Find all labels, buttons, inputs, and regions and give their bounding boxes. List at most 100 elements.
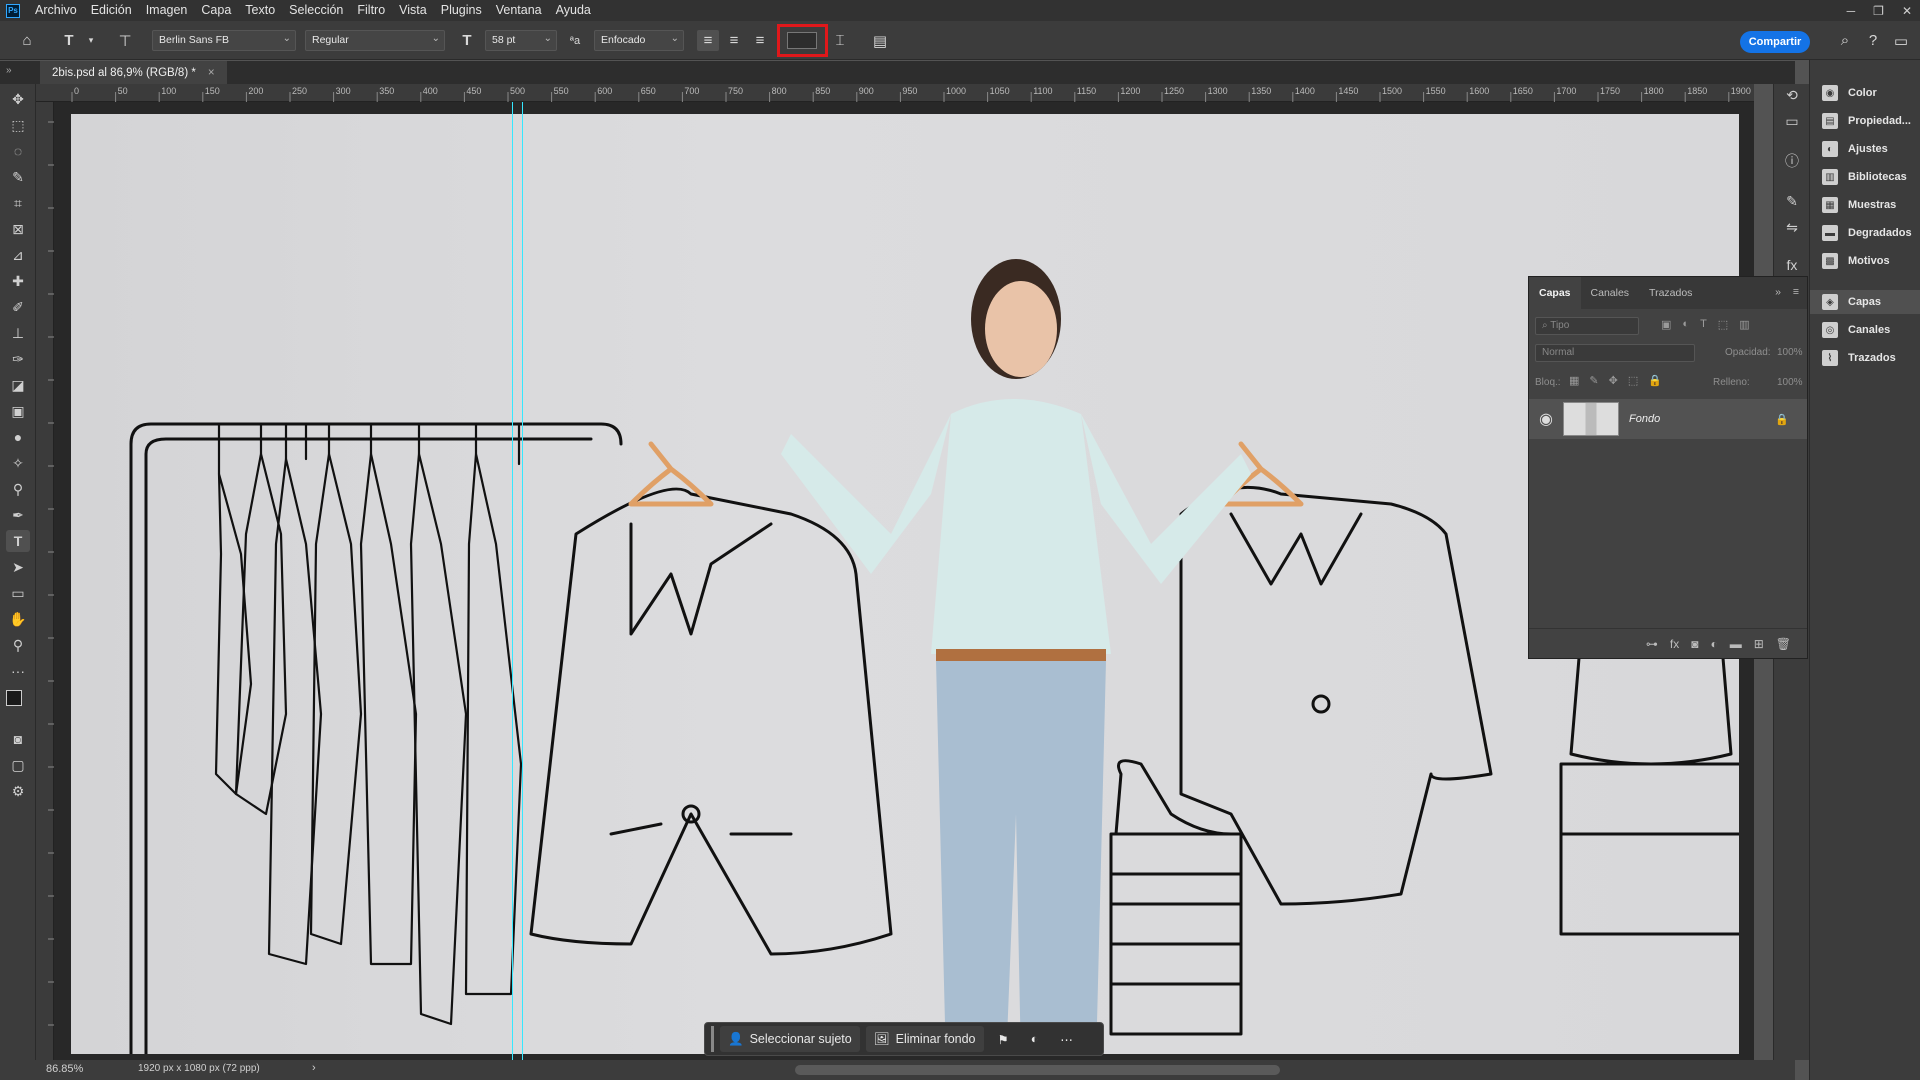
- guide-line[interactable]: [512, 102, 513, 1060]
- path-selection-tool-icon[interactable]: ➤: [6, 556, 30, 578]
- antialias-select[interactable]: Enfocado ⌄: [594, 30, 684, 51]
- panel-properties[interactable]: ▤ Propiedad...: [1810, 109, 1920, 133]
- quick-mask-icon[interactable]: ◙: [6, 728, 30, 750]
- remove-background-button[interactable]: 🖼 Eliminar fondo: [865, 1026, 984, 1052]
- menu-ventana[interactable]: Ventana: [489, 0, 549, 21]
- layer-name[interactable]: Fondo: [1629, 413, 1660, 425]
- chevron-right-icon[interactable]: ›: [312, 1062, 316, 1074]
- more-options-icon[interactable]: ⋯: [1060, 1032, 1073, 1047]
- eye-icon[interactable]: ◉: [1539, 409, 1553, 429]
- type-tool-icon[interactable]: T: [6, 530, 30, 552]
- font-style-select[interactable]: Regular ⌄: [305, 30, 445, 51]
- smart-object-filter-icon[interactable]: ▥: [1739, 318, 1749, 331]
- panel-swatches[interactable]: ▦ Muestras: [1810, 193, 1920, 217]
- menu-capa[interactable]: Capa: [194, 0, 238, 21]
- share-button[interactable]: Compartir: [1740, 31, 1810, 53]
- type-filter-icon[interactable]: T: [1700, 318, 1707, 331]
- styles-icon[interactable]: fx: [1780, 254, 1804, 276]
- close-tab-icon[interactable]: ×: [208, 67, 215, 79]
- tab-channels[interactable]: Canales: [1581, 277, 1640, 309]
- document-tab[interactable]: 2bis.psd al 86,9% (RGB/8) * ×: [40, 61, 227, 84]
- info-icon[interactable]: ⓘ: [1780, 150, 1804, 172]
- magnifier-dodge-icon[interactable]: ⚲: [6, 478, 30, 500]
- panel-libraries[interactable]: ▥ Bibliotecas: [1810, 165, 1920, 189]
- comments-icon[interactable]: ▭: [1780, 110, 1804, 132]
- type-tool-preset-icon[interactable]: T: [58, 30, 80, 51]
- restore-icon[interactable]: ❐: [1873, 4, 1884, 18]
- lock-all-icon[interactable]: 🔒: [1648, 374, 1662, 387]
- warp-text-icon[interactable]: ⌶: [829, 30, 851, 51]
- dodge-tool-icon[interactable]: ✧: [6, 452, 30, 474]
- foreground-color-swatch[interactable]: [6, 690, 22, 706]
- history-icon[interactable]: ⟲: [1780, 84, 1804, 106]
- panel-adjustments[interactable]: ◐ Ajustes: [1810, 137, 1920, 161]
- menu-imagen[interactable]: Imagen: [139, 0, 195, 21]
- eraser-tool-icon[interactable]: ◪: [6, 374, 30, 396]
- tab-paths[interactable]: Trazados: [1639, 277, 1702, 309]
- panel-layers[interactable]: ◈ Capas: [1810, 290, 1920, 314]
- pen-tool-icon[interactable]: ✒: [6, 504, 30, 526]
- horizontal-scrollbar[interactable]: [795, 1065, 1280, 1075]
- menu-seleccion[interactable]: Selección: [282, 0, 350, 21]
- marquee-tool-icon[interactable]: ⬚: [6, 114, 30, 136]
- text-color-swatch[interactable]: [787, 32, 817, 49]
- help-icon[interactable]: ?: [1862, 30, 1884, 51]
- panel-paths[interactable]: ⌇ Trazados: [1810, 346, 1920, 370]
- blend-mode-select[interactable]: Normal: [1535, 344, 1695, 362]
- eyedropper-tool-icon[interactable]: ⊿: [6, 244, 30, 266]
- chevron-down-icon[interactable]: ▾: [80, 30, 102, 51]
- gradient-tool-icon[interactable]: ▣: [6, 400, 30, 422]
- pin-icon[interactable]: ⚑: [998, 1032, 1009, 1047]
- blur-tool-icon[interactable]: ●: [6, 426, 30, 448]
- font-size-select[interactable]: 58 pt ⌄: [485, 30, 557, 51]
- opacity-value[interactable]: 100%: [1777, 347, 1803, 358]
- rectangle-tool-icon[interactable]: ▭: [6, 582, 30, 604]
- layer-filter-select[interactable]: ⌕ Tipo: [1535, 317, 1639, 335]
- align-left-icon[interactable]: ≡: [697, 30, 719, 51]
- close-window-icon[interactable]: ✕: [1902, 4, 1912, 18]
- guide-line[interactable]: [522, 102, 523, 1060]
- delete-layer-icon[interactable]: 🗑: [1776, 637, 1791, 651]
- panel-channels[interactable]: ◎ Canales: [1810, 318, 1920, 342]
- panel-patterns[interactable]: ▩ Motivos: [1810, 249, 1920, 273]
- new-layer-icon[interactable]: ⊞: [1754, 637, 1764, 651]
- menu-edicion[interactable]: Edición: [84, 0, 139, 21]
- character-panel-icon[interactable]: ▤: [869, 30, 891, 51]
- history-brush-tool-icon[interactable]: ✑: [6, 348, 30, 370]
- search-icon[interactable]: ⌕: [1834, 30, 1856, 51]
- quick-selection-tool-icon[interactable]: ✎: [6, 166, 30, 188]
- adjustment-filter-icon[interactable]: ◐: [1682, 318, 1689, 331]
- align-center-icon[interactable]: ≡: [723, 30, 745, 51]
- menu-filtro[interactable]: Filtro: [350, 0, 392, 21]
- expand-toolbar-icon[interactable]: »: [6, 65, 12, 76]
- lock-position-icon[interactable]: ✥: [1609, 374, 1618, 387]
- select-subject-button[interactable]: 👤 Seleccionar sujeto: [720, 1026, 860, 1052]
- pixel-filter-icon[interactable]: ▣: [1661, 318, 1671, 331]
- panel-gradients[interactable]: ▬ Degradados: [1810, 221, 1920, 245]
- lock-artboard-icon[interactable]: ⬚: [1628, 374, 1638, 387]
- new-adjustment-icon[interactable]: ◐: [1710, 637, 1717, 651]
- layer-row[interactable]: ◉ Fondo 🔒: [1529, 399, 1807, 439]
- more-tools-icon[interactable]: ···: [6, 660, 30, 682]
- shape-filter-icon[interactable]: ⬚: [1718, 318, 1728, 331]
- collapse-panel-icon[interactable]: »: [1775, 286, 1781, 298]
- menu-texto[interactable]: Texto: [238, 0, 282, 21]
- brush-settings-icon[interactable]: ✎: [1780, 190, 1804, 212]
- adjust-icon[interactable]: ⇋: [1780, 216, 1804, 238]
- menu-archivo[interactable]: Archivo: [28, 0, 84, 21]
- frame-tool-icon[interactable]: ⊠: [6, 218, 30, 240]
- font-family-select[interactable]: Berlin Sans FB ⌄: [152, 30, 296, 51]
- panel-menu-icon[interactable]: ≡: [1793, 286, 1799, 298]
- stamp-tool-icon[interactable]: ⊥: [6, 322, 30, 344]
- toggle-text-orientation-icon[interactable]: ⊤: [114, 30, 136, 51]
- add-mask-icon[interactable]: ◙: [1691, 637, 1698, 651]
- adjustment-icon[interactable]: ◐: [1031, 1032, 1039, 1046]
- zoom-level[interactable]: 86.85%: [46, 1063, 83, 1075]
- document-image[interactable]: [71, 114, 1739, 1054]
- move-tool-icon[interactable]: ✥: [6, 88, 30, 110]
- drag-handle[interactable]: [711, 1026, 714, 1052]
- screen-mode-icon[interactable]: ▢: [6, 754, 30, 776]
- lasso-tool-icon[interactable]: ◌: [6, 140, 30, 162]
- brush-tool-icon[interactable]: ✐: [6, 296, 30, 318]
- workspace-icon[interactable]: ▭: [1890, 30, 1912, 51]
